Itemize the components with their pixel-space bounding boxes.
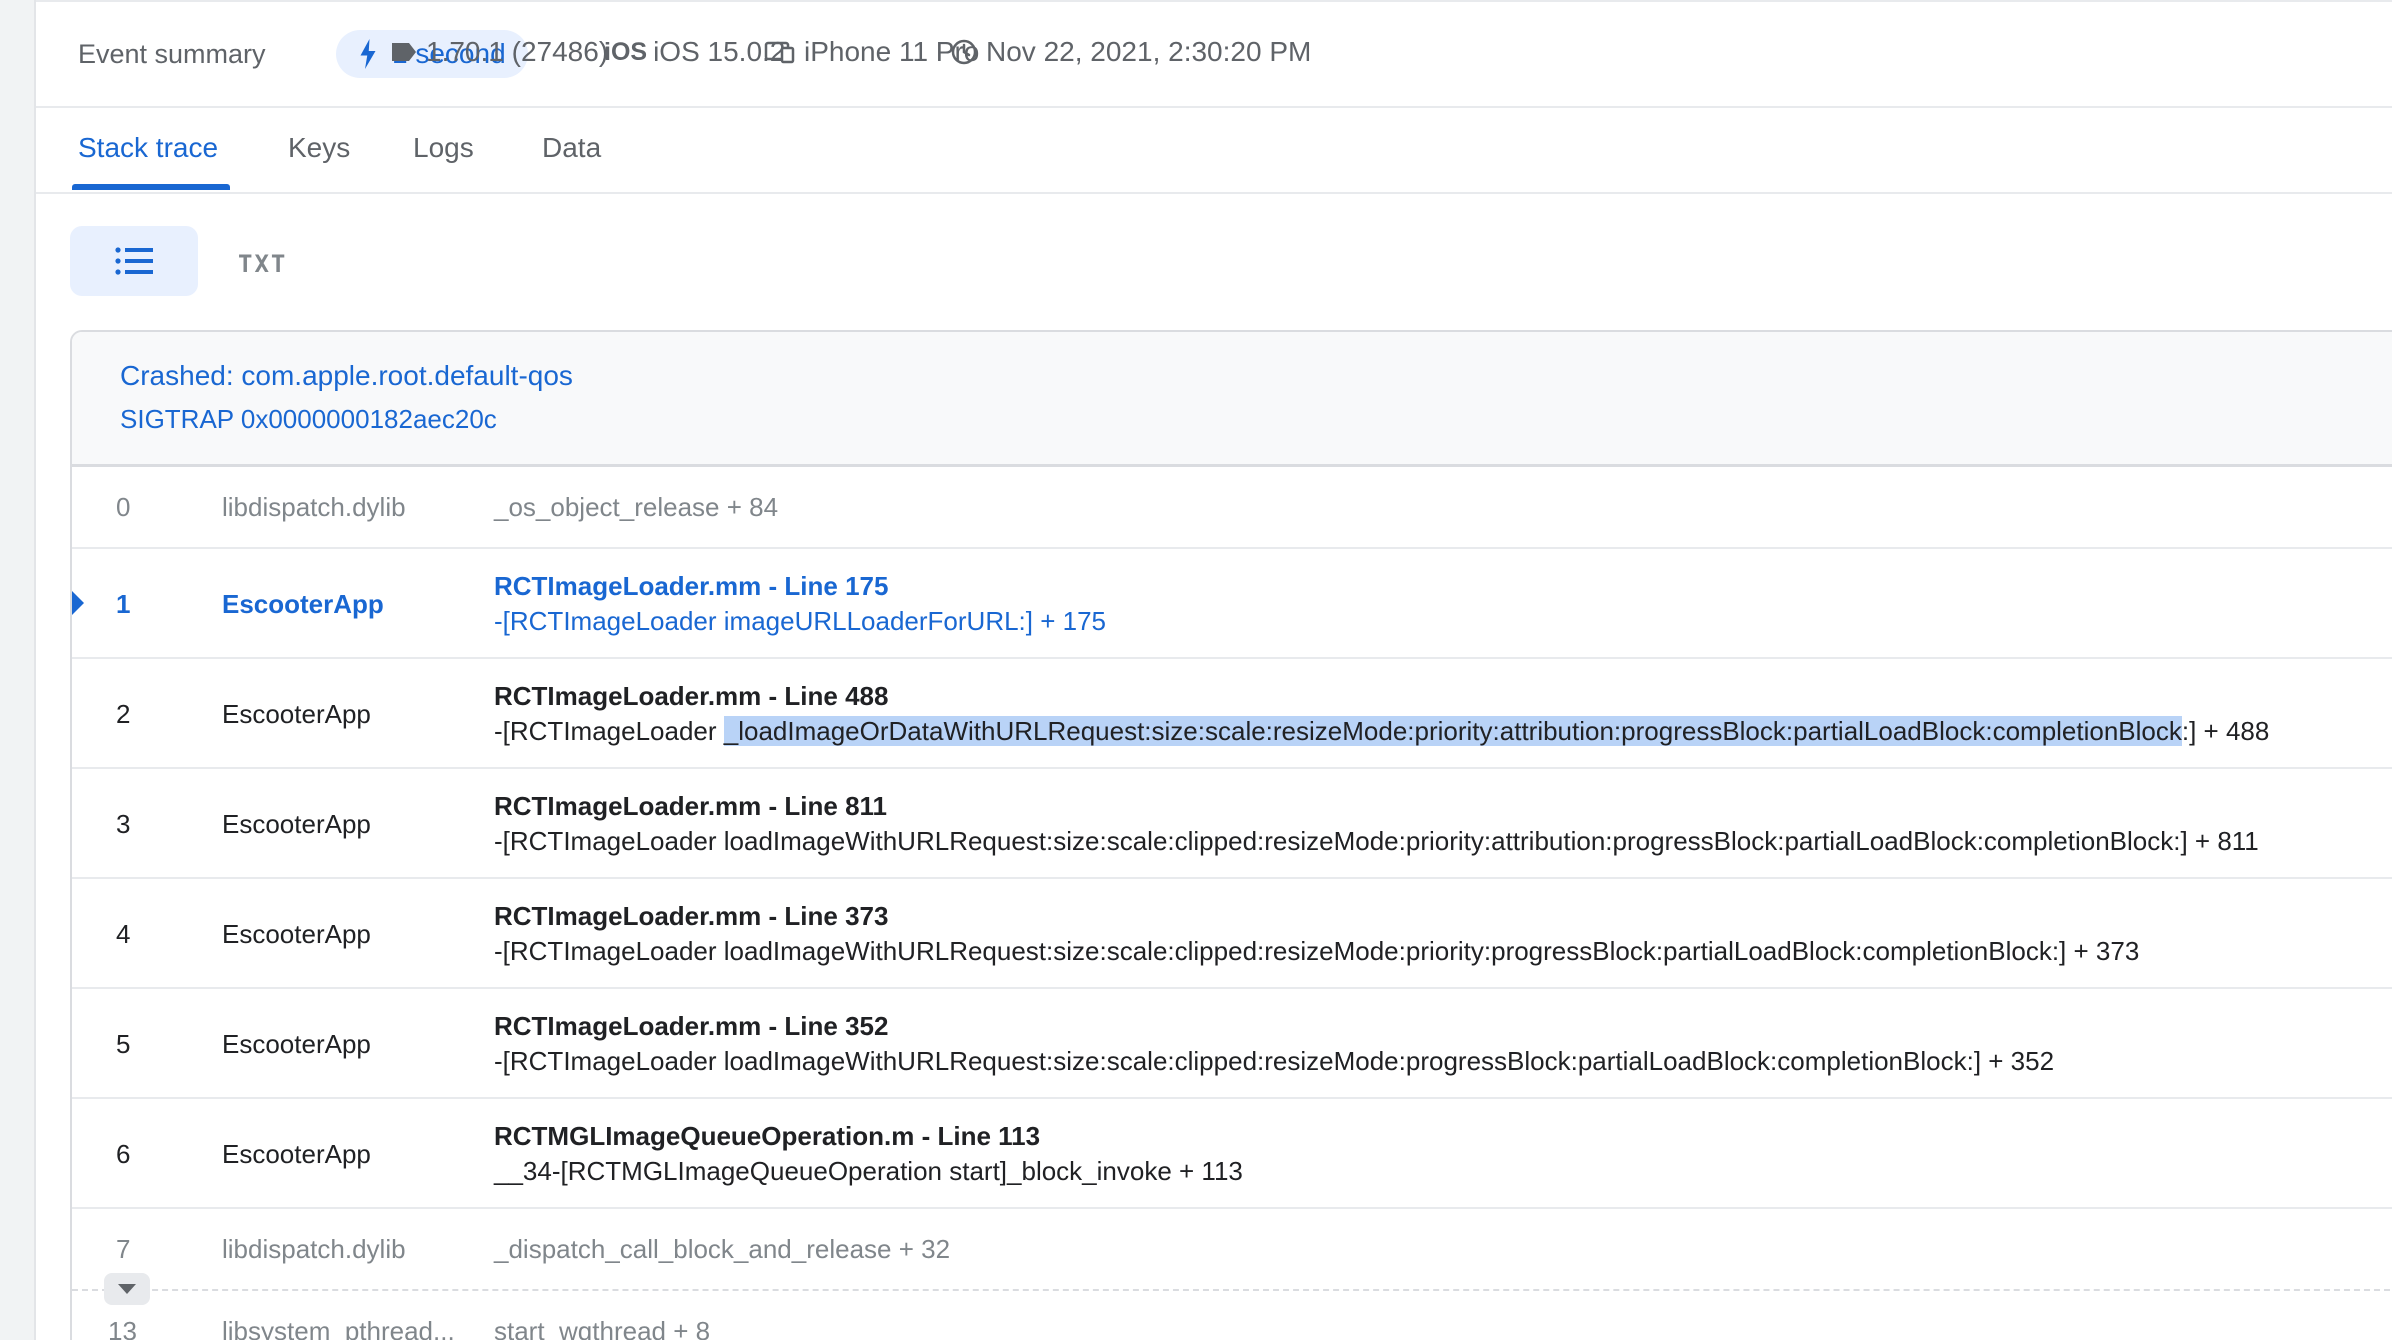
frame-library: libdispatch.dylib bbox=[222, 492, 406, 522]
frame-source-file: RCTMGLImageQueueOperation.m - Line 113 bbox=[494, 1121, 1041, 1151]
tab-keys[interactable]: Keys bbox=[288, 132, 350, 164]
frame-source-file: RCTImageLoader.mm - Line 811 bbox=[494, 791, 888, 821]
list-view-button[interactable] bbox=[70, 226, 198, 296]
frame-number: 13 bbox=[108, 1316, 137, 1340]
frame-symbol: RCTImageLoader.mm - Line 373 -[RCTImageL… bbox=[494, 901, 2139, 967]
frame-method: -[RCTImageLoader imageURLLoaderForURL:] … bbox=[494, 606, 1107, 636]
crash-header: Crashed: com.apple.root.default-qos SIGT… bbox=[72, 332, 2392, 467]
frame-source-file: RCTImageLoader.mm - Line 352 bbox=[494, 1011, 889, 1041]
list-icon bbox=[115, 247, 153, 275]
crashed-thread-title: Crashed: com.apple.root.default-qos bbox=[120, 360, 573, 391]
tab-data[interactable]: Data bbox=[542, 132, 601, 164]
frame-symbol: start_wqthread + 8 bbox=[494, 1316, 711, 1340]
frame-source-file: RCTImageLoader.mm - Line 488 bbox=[494, 681, 889, 711]
app-version-text: 1.70.1 (27486) bbox=[426, 36, 609, 67]
devices-icon bbox=[764, 41, 795, 64]
stack-frame[interactable]: 4 EscooterApp RCTImageLoader.mm - Line 3… bbox=[72, 879, 2392, 989]
active-tab-indicator bbox=[72, 184, 230, 190]
ios-icon: iOS bbox=[604, 37, 648, 66]
frame-number: 5 bbox=[116, 1029, 131, 1059]
event-summary-label: Event summary bbox=[78, 39, 266, 69]
stack-frame[interactable]: 7 libdispatch.dylib _dispatch_call_block… bbox=[72, 1209, 2392, 1289]
frame-source-file: RCTImageLoader.mm - Line 175 bbox=[494, 571, 889, 601]
frame-method: -[RCTImageLoader loadImageWithURLRequest… bbox=[494, 1046, 2055, 1076]
frame-method: __34-[RCTMGLImageQueueOperation start]_b… bbox=[494, 1156, 1243, 1186]
crash-signal: SIGTRAP 0x0000000182aec20c bbox=[120, 404, 497, 434]
frame-library: EscooterApp bbox=[222, 589, 384, 619]
frame-library: EscooterApp bbox=[222, 699, 371, 729]
frame-symbol: RCTImageLoader.mm - Line 175 -[RCTImageL… bbox=[494, 571, 1106, 637]
frame-symbol: _dispatch_call_block_and_release + 32 bbox=[494, 1234, 951, 1264]
stack-frame[interactable]: 2 EscooterApp RCTImageLoader.mm - Line 4… bbox=[72, 659, 2392, 769]
frame-method-prefix: -[RCTImageLoader bbox=[494, 716, 724, 746]
stack-frame[interactable]: 0 libdispatch.dylib _os_object_release +… bbox=[72, 467, 2392, 549]
frame-method: -[RCTImageLoader loadImageWithURLRequest… bbox=[494, 826, 2259, 856]
frame-number: 0 bbox=[116, 492, 131, 522]
frame-symbol: RCTImageLoader.mm - Line 811 -[RCTImageL… bbox=[494, 791, 2259, 857]
frame-symbol: RCTImageLoader.mm - Line 352 -[RCTImageL… bbox=[494, 1011, 2054, 1077]
bolt-icon bbox=[360, 39, 376, 69]
stack-frame[interactable]: 5 EscooterApp RCTImageLoader.mm - Line 3… bbox=[72, 989, 2392, 1099]
frame-method: -[RCTImageLoader _loadImageOrDataWithURL… bbox=[494, 716, 2269, 747]
tab-logs[interactable]: Logs bbox=[413, 132, 474, 164]
device-model: iPhone 11 Pro bbox=[764, 36, 979, 68]
frame-library: EscooterApp bbox=[222, 1029, 371, 1059]
clock-icon bbox=[951, 39, 977, 65]
frame-library: EscooterApp bbox=[222, 809, 371, 839]
frame-symbol: RCTImageLoader.mm - Line 488 -[RCTImageL… bbox=[494, 681, 2269, 747]
frame-number: 1 bbox=[116, 589, 131, 619]
frame-number: 2 bbox=[116, 699, 131, 729]
frame-method: -[RCTImageLoader loadImageWithURLRequest… bbox=[494, 936, 2140, 966]
stack-trace-card: Crashed: com.apple.root.default-qos SIGT… bbox=[70, 330, 2392, 1340]
event-timestamp: Nov 22, 2021, 2:30:20 PM bbox=[950, 36, 1311, 68]
selected-text-highlight: _loadImageOrDataWithURLRequest:size:scal… bbox=[723, 716, 2182, 746]
frame-method-suffix: :] + 488 bbox=[2181, 716, 2270, 746]
frame-library: libdispatch.dylib bbox=[222, 1234, 406, 1264]
frame-number: 7 bbox=[116, 1234, 131, 1264]
frame-library: EscooterApp bbox=[222, 919, 371, 949]
stack-frame[interactable]: 3 EscooterApp RCTImageLoader.mm - Line 8… bbox=[72, 769, 2392, 879]
event-summary-bar: Event summary 1 second 1.70.1 (27486) iO… bbox=[36, 0, 2392, 108]
frame-symbol: _os_object_release + 84 bbox=[494, 492, 779, 522]
frame-number: 4 bbox=[116, 919, 131, 949]
stack-frame-selected[interactable]: 1 EscooterApp RCTImageLoader.mm - Line 1… bbox=[72, 549, 2392, 659]
stack-frame[interactable]: 6 EscooterApp RCTMGLImageQueueOperation.… bbox=[72, 1099, 2392, 1209]
label-icon bbox=[392, 43, 416, 61]
selected-frame-marker bbox=[72, 589, 84, 617]
event-timestamp-text: Nov 22, 2021, 2:30:20 PM bbox=[986, 36, 1312, 67]
frame-number: 3 bbox=[116, 809, 131, 839]
stack-frame[interactable]: 13 libsystem_pthread... start_wqthread +… bbox=[72, 1291, 2392, 1340]
frame-source-file: RCTImageLoader.mm - Line 373 bbox=[494, 901, 889, 931]
app-version: 1.70.1 (27486) bbox=[390, 36, 608, 68]
txt-view-button[interactable]: TXT bbox=[238, 250, 287, 278]
tab-stack-trace[interactable]: Stack trace bbox=[78, 132, 218, 164]
frame-symbol: RCTMGLImageQueueOperation.m - Line 113 _… bbox=[494, 1121, 1243, 1187]
frame-library: libsystem_pthread... bbox=[222, 1316, 455, 1340]
frame-number: 6 bbox=[116, 1139, 131, 1169]
os-version: iOS iOS 15.0.2 bbox=[604, 36, 785, 68]
frame-library: EscooterApp bbox=[222, 1139, 371, 1169]
detail-tabs: Stack trace Keys Logs Data bbox=[36, 106, 2392, 194]
crash-detail-panel: Event summary 1 second 1.70.1 (27486) iO… bbox=[34, 0, 2392, 1340]
